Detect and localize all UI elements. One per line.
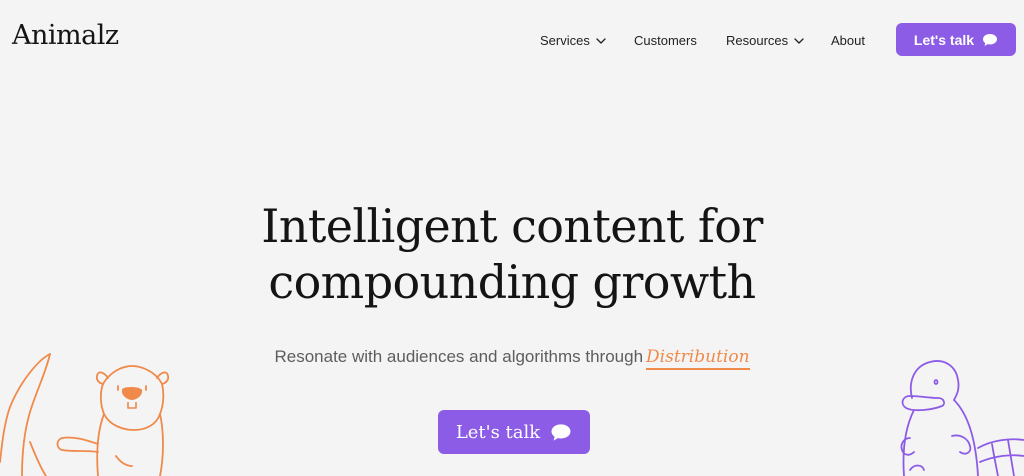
nav-item-label: Services [540,33,590,48]
nav-item-label: About [831,33,865,48]
beaver-illustration [0,353,170,476]
chevron-down-icon [596,37,606,44]
platypus-illustration [900,360,1024,476]
hero-title-line-1: Intelligent content for [261,199,763,253]
button-label: Let's talk [455,421,541,443]
nav-item-label: Customers [634,33,697,48]
chat-bubble-icon [551,423,571,441]
button-label: Let's talk [913,31,975,48]
chat-bubble-icon [983,33,998,46]
rotating-highlight-word[interactable]: Distribution [646,347,750,370]
site-header: Animalz Services Customers Resources Abo… [0,0,1024,80]
nav-item-about[interactable]: About [831,33,865,48]
hero-subtitle-text: Resonate with audiences and algorithms t… [274,347,644,366]
nav-item-services[interactable]: Services [540,33,606,48]
nav-item-customers[interactable]: Customers [634,33,697,48]
chevron-down-icon [794,37,804,44]
header-lets-talk-button[interactable]: Let's talk [896,23,1016,56]
logo[interactable]: Animalz [12,20,119,51]
hero-title: Intelligent content for compounding grow… [0,198,1024,310]
nav-item-label: Resources [726,33,789,48]
hero-title-line-2: compounding growth [268,255,756,309]
nav-item-resources[interactable]: Resources [726,33,804,48]
hero-lets-talk-button[interactable]: Let's talk [438,410,590,454]
